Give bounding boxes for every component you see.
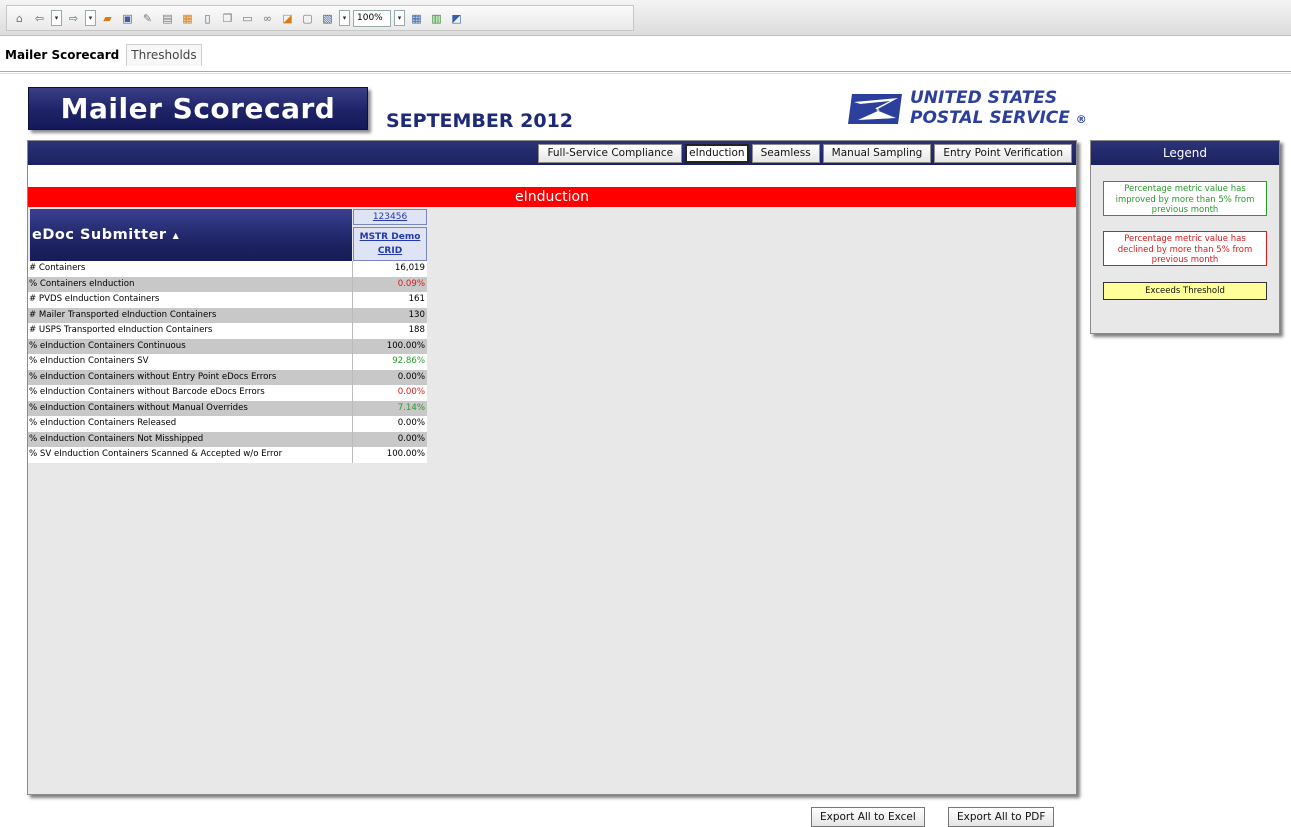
metric-value: 16,019 (394, 263, 425, 273)
metric-label: % eInduction Containers SV (28, 354, 353, 370)
table-row: % eInduction Containers Continuous 100.00… (28, 338, 427, 354)
toolbar-button-group: ⌂ ⇦ ▾ ⇨ ▾ ▰ ▣ ✎ ▤ ▦ ▯ ❐ ▭ ∞ ◪ ▢ ▧ ▾ 100%… (6, 5, 634, 31)
metric-value: 130 (408, 309, 425, 320)
table-row: # Containers 16,019 (28, 261, 427, 277)
metric-value: 0.00% (397, 387, 425, 397)
graph-icon[interactable]: ▥ (428, 10, 445, 27)
table-row: % SV eInduction Containers Scanned & Acc… (28, 447, 427, 463)
table-row: % eInduction Containers Released 0.00% (28, 416, 427, 432)
print-icon[interactable]: ▤ (159, 10, 176, 27)
section-title: eInduction (28, 187, 1076, 207)
page-setup-dropdown[interactable]: ▾ (339, 10, 350, 26)
logo-line-1: UNITED STATES (910, 88, 1058, 108)
logo-line-2-text: POSTAL SERVICE (910, 108, 1070, 128)
table-row: # Mailer Transported eInduction Containe… (28, 307, 427, 323)
zoom-dropdown[interactable]: ▾ (394, 10, 405, 26)
tab-full-service-compliance[interactable]: Full-Service Compliance (538, 144, 683, 163)
table-row: % eInduction Containers without Barcode … (28, 385, 427, 401)
metric-label: % eInduction Containers without Barcode … (28, 385, 353, 401)
metric-value: 0.00% (397, 371, 425, 382)
metric-value: 100.00% (386, 449, 425, 459)
save-icon[interactable]: ▣ (119, 10, 136, 27)
tab-entry-point-verification[interactable]: Entry Point Verification (934, 144, 1072, 163)
home-icon[interactable]: ⌂ (11, 10, 28, 27)
table-row: % Containers eInduction 0.09% (28, 276, 427, 292)
table-row: # PVDS eInduction Containers 161 (28, 292, 427, 308)
edoc-submitter-header[interactable]: eDoc Submitter ▲ (30, 209, 352, 261)
table-row: % eInduction Containers SV 92.86% (28, 354, 427, 370)
copy-icon[interactable]: ❐ (219, 10, 236, 27)
chart-icon[interactable]: ▦ (179, 10, 196, 27)
legend-exceeds-threshold: Exceeds Threshold (1103, 282, 1267, 300)
export-pdf-button[interactable]: Export All to PDF (948, 807, 1055, 827)
metric-value: 0.00% (397, 433, 425, 444)
report-toolbar: ⌂ ⇦ ▾ ⇨ ▾ ▰ ▣ ✎ ▤ ▦ ▯ ❐ ▭ ∞ ◪ ▢ ▧ ▾ 100%… (0, 0, 1291, 36)
legend-declined: Percentage metric value has declined by … (1103, 231, 1267, 266)
page-tabs: Mailer Scorecard Thresholds (0, 44, 204, 68)
metric-label: % eInduction Containers Not Misshipped (28, 431, 353, 447)
grid-graph-icon[interactable]: ◩ (448, 10, 465, 27)
table-row: % eInduction Containers Not Misshipped 0.… (28, 431, 427, 447)
metric-label: # Mailer Transported eInduction Containe… (28, 307, 353, 323)
forward-dropdown[interactable]: ▾ (85, 10, 96, 26)
tab-manual-sampling[interactable]: Manual Sampling (822, 144, 932, 163)
metric-tabs: Full-Service Compliance eInduction Seaml… (538, 144, 1072, 163)
metric-label: # PVDS eInduction Containers (28, 292, 353, 308)
forward-icon[interactable]: ⇨ (65, 10, 82, 27)
panel-spacer (28, 165, 1076, 187)
export-excel-button[interactable]: Export All to Excel (811, 807, 925, 827)
export-icon[interactable]: ◪ (279, 10, 296, 27)
metric-label: % eInduction Containers Continuous (28, 338, 353, 354)
grid-icon[interactable]: ▦ (408, 10, 425, 27)
metrics-table: # Containers 16,019 % Containers eInductio… (28, 261, 427, 463)
back-dropdown[interactable]: ▾ (51, 10, 62, 26)
registered-mark: ® (1075, 113, 1087, 126)
logo-line-2: POSTAL SERVICE ® (910, 108, 1087, 128)
legend-title: Legend (1091, 141, 1279, 165)
sort-ascending-icon[interactable]: ▲ (173, 231, 180, 240)
tab-einduction[interactable]: eInduction (685, 144, 749, 163)
zoom-field[interactable]: 100% (353, 9, 391, 27)
crid-id-link[interactable]: 123456 (353, 209, 427, 225)
metric-label: % eInduction Containers Released (28, 416, 353, 432)
metric-label: % SV eInduction Containers Scanned & Acc… (28, 447, 353, 463)
legend-improved: Percentage metric value has improved by … (1103, 181, 1267, 216)
crid-name-link[interactable]: MSTR Demo CRID (353, 227, 427, 261)
legend-panel: Legend Percentage metric value has impro… (1090, 140, 1280, 334)
link-icon[interactable]: ∞ (259, 10, 276, 27)
usps-logo: UNITED STATES POSTAL SERVICE ® (846, 88, 1087, 132)
design-icon[interactable]: ✎ (139, 10, 156, 27)
metric-label: % eInduction Containers without Entry Po… (28, 369, 353, 385)
metric-value: 188 (408, 325, 425, 335)
metric-label: # USPS Transported eInduction Containers (28, 323, 353, 339)
page-setup-icon[interactable]: ▧ (319, 10, 336, 27)
table-row: % eInduction Containers without Entry Po… (28, 369, 427, 385)
metric-value: 100.00% (386, 340, 425, 351)
document-icon[interactable]: ▯ (199, 10, 216, 27)
metric-value: 7.14% (397, 402, 425, 413)
metric-value: 92.86% (392, 356, 425, 366)
metric-label: % Containers eInduction (28, 276, 353, 292)
metric-value: 0.00% (397, 418, 425, 428)
back-icon[interactable]: ⇦ (31, 10, 48, 27)
panel-header: Full-Service Compliance eInduction Seaml… (28, 141, 1076, 165)
metric-label: % eInduction Containers without Manual O… (28, 400, 353, 416)
layout-icon[interactable]: ▢ (299, 10, 316, 27)
edoc-submitter-label: eDoc Submitter (32, 227, 167, 243)
scorecard-panel: Full-Service Compliance eInduction Seaml… (27, 140, 1077, 795)
metric-value: 161 (408, 294, 425, 304)
eagle-icon (848, 94, 902, 124)
page-icon[interactable]: ▭ (239, 10, 256, 27)
table-row: # USPS Transported eInduction Containers… (28, 323, 427, 339)
metric-label: # Containers (28, 261, 353, 277)
tab-seamless[interactable]: Seamless (751, 144, 820, 163)
report-period: SEPTEMBER 2012 (386, 110, 574, 132)
tab-thresholds[interactable]: Thresholds (126, 44, 202, 66)
open-folder-icon[interactable]: ▰ (99, 10, 116, 27)
tab-mailer-scorecard[interactable]: Mailer Scorecard (0, 44, 125, 66)
tabs-divider (0, 71, 1291, 74)
metric-value: 0.09% (397, 278, 425, 289)
page-title: Mailer Scorecard (28, 87, 368, 130)
table-row: % eInduction Containers without Manual O… (28, 400, 427, 416)
